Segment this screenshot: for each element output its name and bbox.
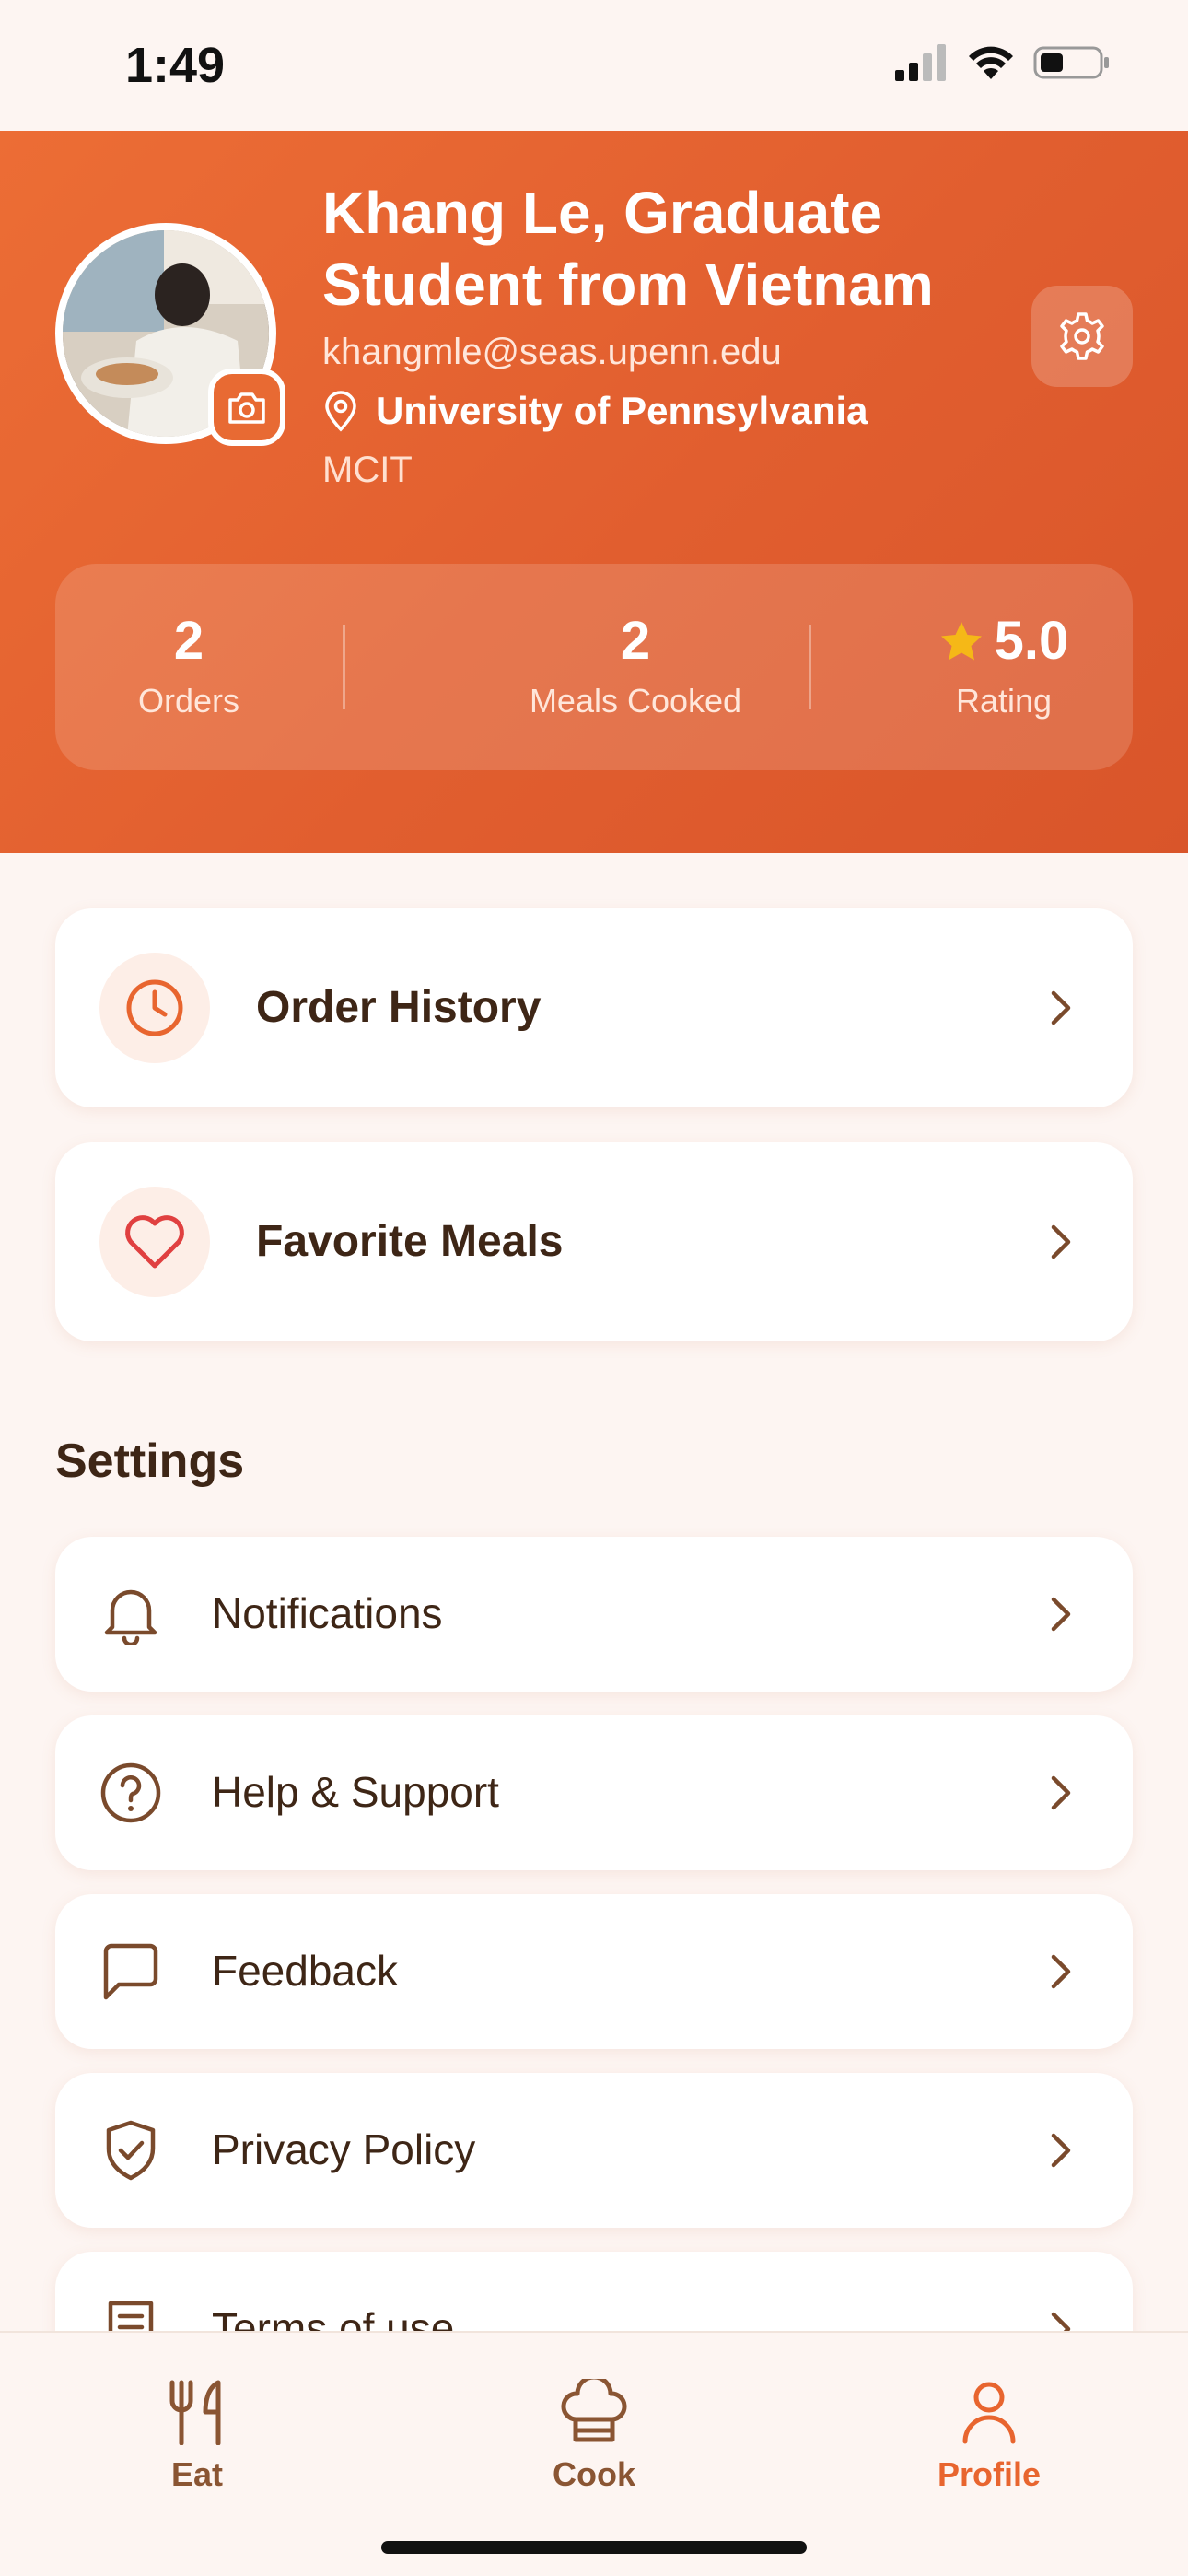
person-icon [962, 2382, 1016, 2444]
profile-email: khangmle@seas.upenn.edu [322, 332, 782, 372]
orders-label: Orders [137, 682, 240, 720]
privacy-policy-label: Privacy Policy [212, 2125, 476, 2173]
stats-divider [343, 625, 345, 709]
chevron-right-icon [1042, 1596, 1079, 1633]
favorite-meals-icon-wrap [99, 1187, 210, 1297]
stats-divider [809, 625, 811, 709]
orders-count: 2 [173, 611, 204, 671]
profile-university: University of Pennsylvania [322, 389, 868, 433]
feedback-label: Feedback [212, 1947, 399, 1995]
rating-value-row: 5.0 [903, 612, 1105, 671]
battery-icon [1033, 46, 1109, 79]
tab-cook[interactable]: Cook [502, 2374, 686, 2494]
meals-cooked-count: 2 [620, 611, 651, 671]
stat-meals-cooked: 2 Meals Cooked [442, 612, 829, 720]
change-photo-button[interactable] [208, 369, 285, 446]
signal-icon [895, 44, 946, 81]
star-icon [940, 622, 982, 661]
order-history-card[interactable]: Order History [55, 908, 1133, 1107]
order-history-icon-wrap [99, 953, 210, 1063]
chevron-right-icon [1042, 1774, 1079, 1811]
profile-program: MCIT [322, 450, 413, 490]
tab-profile-label: Profile [937, 2455, 1042, 2493]
gear-icon [1060, 312, 1104, 360]
profile-name: Khang Le, Graduate Student from Vietnam [322, 180, 934, 318]
stat-orders: 2 Orders [92, 612, 285, 720]
rating-label: Rating [955, 682, 1053, 720]
status-bar: 1:49 [0, 0, 1188, 131]
chevron-right-icon [1042, 989, 1079, 1026]
avatar[interactable] [55, 223, 285, 446]
chevron-right-icon [1042, 2132, 1079, 2169]
home-indicator[interactable] [381, 2541, 807, 2554]
chef-hat-icon [561, 2374, 627, 2442]
chevron-right-icon [1042, 1224, 1079, 1260]
settings-item-feedback[interactable]: Feedback [55, 1894, 1133, 2049]
meals-cooked-label: Meals Cooked [529, 682, 742, 720]
settings-item-notifications[interactable]: Notifications [55, 1537, 1133, 1692]
favorite-meals-card[interactable]: Favorite Meals [55, 1142, 1133, 1341]
tab-profile[interactable]: Profile [897, 2379, 1081, 2494]
help-support-label: Help & Support [212, 1768, 499, 1816]
favorite-meals-label: Favorite Meals [256, 1217, 564, 1266]
tab-bar: Eat Cook Profile [0, 2331, 1188, 2576]
settings-item-help-support[interactable]: Help & Support [55, 1715, 1133, 1870]
tab-eat[interactable]: Eat [105, 2379, 289, 2494]
status-time: 1:49 [125, 38, 226, 93]
tab-eat-label: Eat [170, 2455, 224, 2493]
settings-item-privacy-policy[interactable]: Privacy Policy [55, 2073, 1133, 2228]
utensils-icon [169, 2380, 221, 2446]
chat-icon [98, 1938, 164, 2005]
camera-icon [228, 392, 265, 424]
status-icons [895, 44, 1111, 81]
question-icon [98, 1760, 164, 1826]
settings-section-title: Settings [55, 1434, 245, 1488]
settings-button[interactable] [1031, 286, 1133, 387]
stat-rating: 5.0 Rating [903, 612, 1105, 720]
location-pin-icon [325, 391, 356, 432]
clock-icon [126, 979, 183, 1036]
rating-value: 5.0 [994, 611, 1069, 671]
university-label: University of Pennsylvania [376, 389, 868, 432]
notifications-label: Notifications [212, 1589, 443, 1637]
bell-icon [98, 1581, 164, 1647]
stats-panel: 2 Orders 2 Meals Cooked 5.0 Rating [55, 564, 1133, 770]
tab-cook-label: Cook [553, 2455, 635, 2493]
order-history-label: Order History [256, 983, 542, 1032]
profile-header: Khang Le, Graduate Student from Vietnam … [0, 131, 1188, 853]
shield-icon [98, 2117, 164, 2184]
chevron-right-icon [1042, 1953, 1079, 1990]
wifi-icon [969, 46, 1013, 79]
heart-icon [125, 1215, 184, 1269]
